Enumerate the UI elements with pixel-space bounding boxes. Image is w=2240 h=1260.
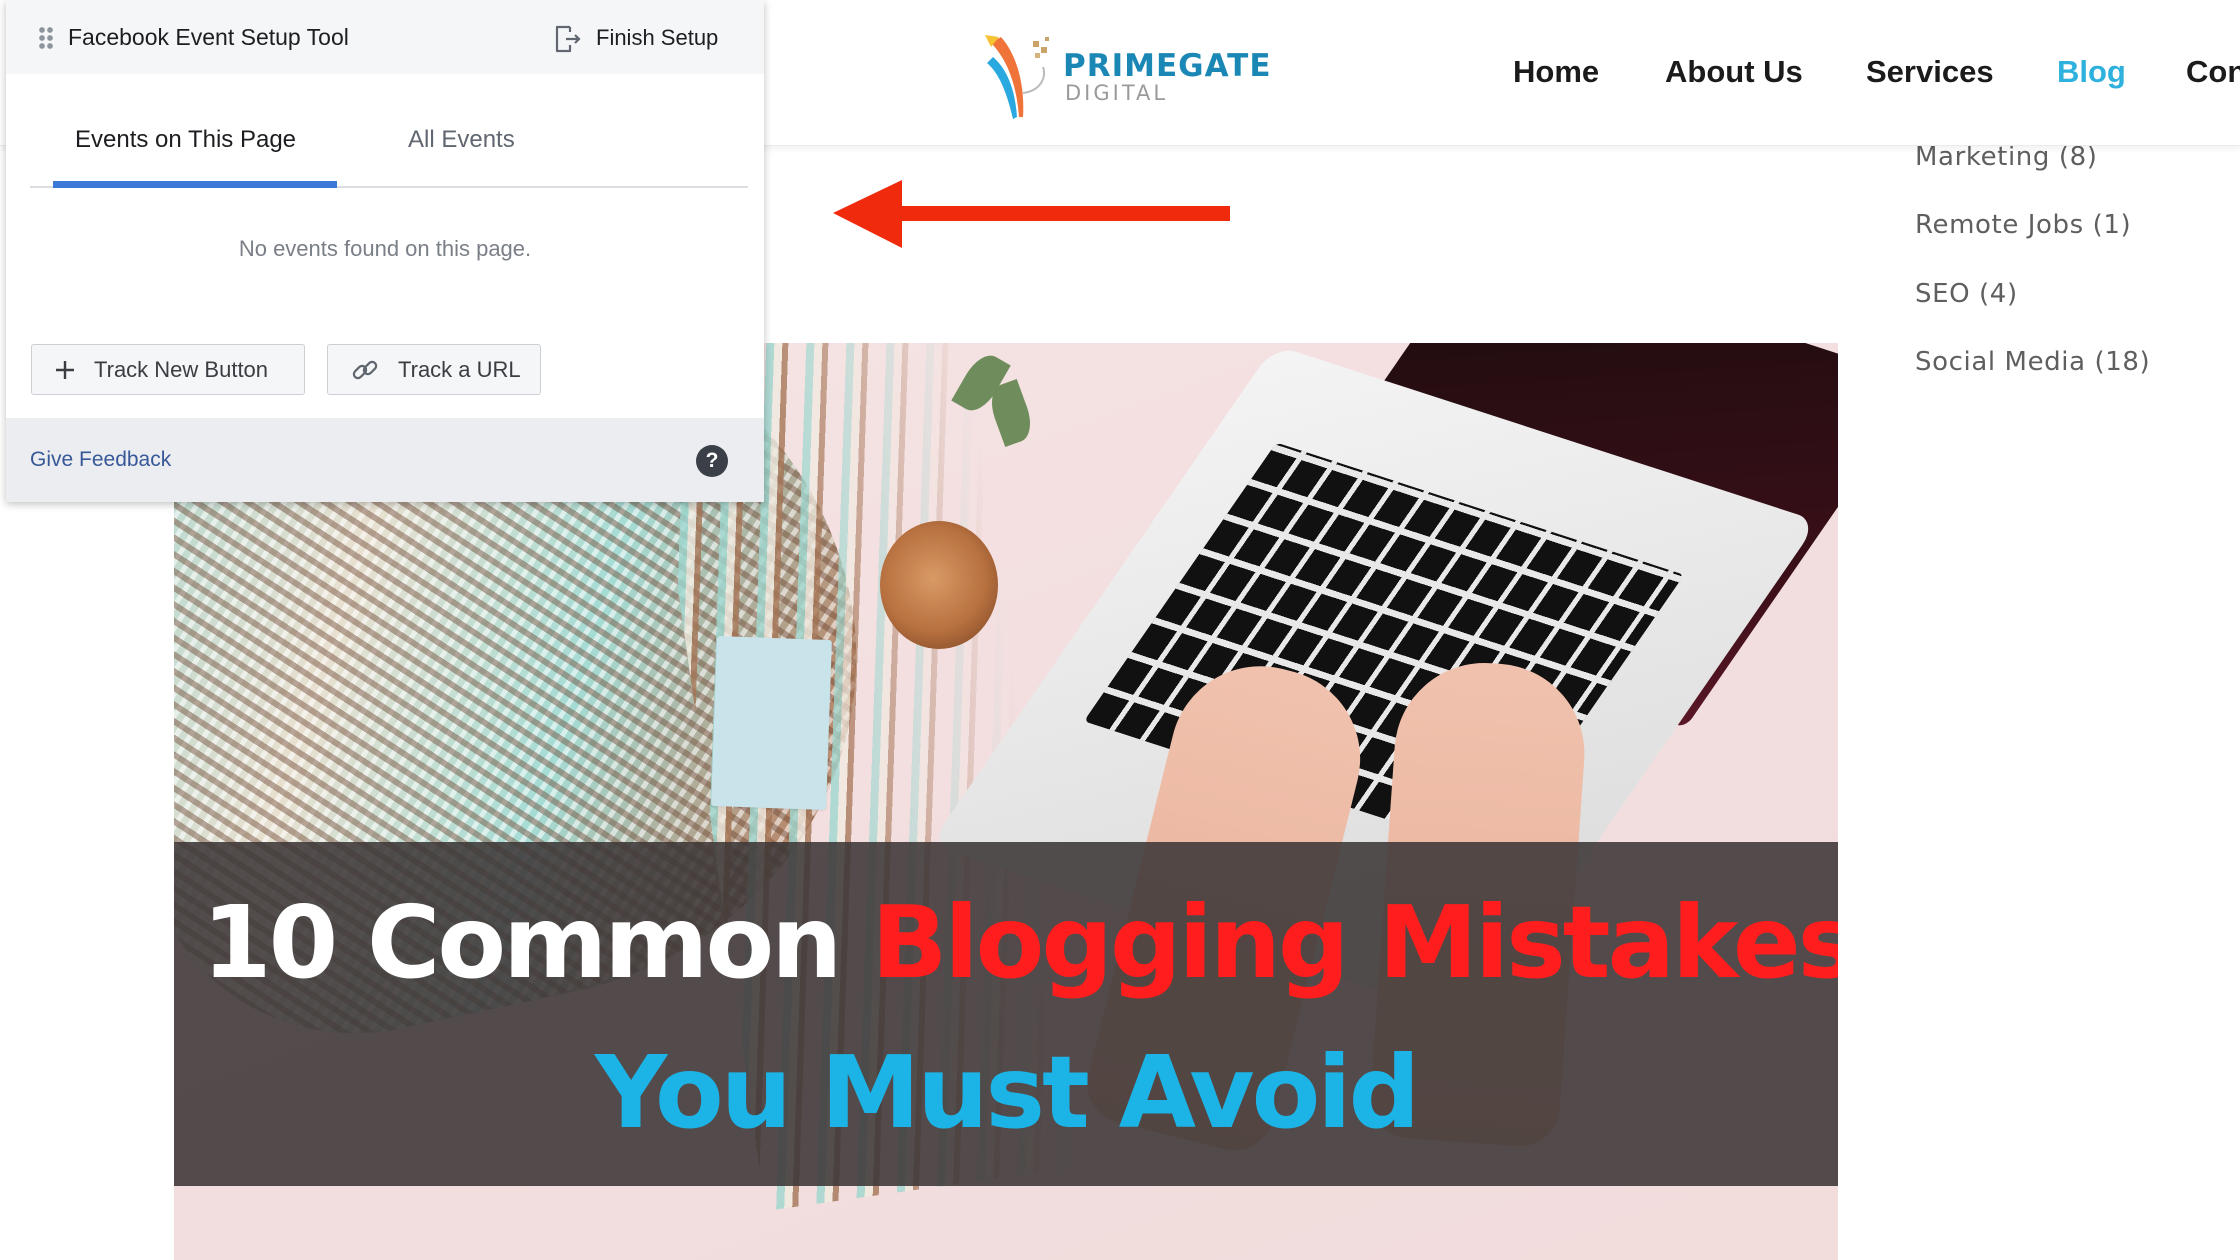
track-new-button[interactable]: Track New Button [31,344,305,395]
finish-setup-button[interactable]: Finish Setup [550,18,718,58]
finish-setup-label: Finish Setup [596,25,719,50]
category-item[interactable]: Social Media (18) [1915,344,2150,380]
headline-cyan-text: You Must Avoid [594,1034,1420,1151]
tab-all-events[interactable]: All Events [386,120,537,186]
panel-footer: Give Feedback ? [6,418,764,502]
nav-services[interactable]: Services [1866,48,1994,96]
link-icon [352,360,378,379]
track-url-button[interactable]: Track a URL [327,344,541,395]
exit-icon [555,25,581,53]
nav-home[interactable]: Home [1513,48,1599,96]
empty-state-message: No events found on this page. [238,236,532,261]
category-item[interactable]: Remote Jobs (1) [1915,207,2131,243]
headline-line-2: You Must Avoid [174,1043,1838,1143]
panel-titlebar: Facebook Event Setup Tool Finish Setup [6,0,764,74]
track-url-button-label: Track a URL [398,356,521,382]
headline-line-1: 10 Common Blogging Mistakes [174,893,1838,993]
event-setup-tool-panel: Facebook Event Setup Tool Finish Setup E… [6,0,764,502]
help-icon[interactable]: ? [696,445,728,477]
headline-red-text: Blogging Mistakes [871,884,1838,1001]
copper-bowl-shape [880,521,998,649]
red-arrow-annotation [833,180,1230,248]
drag-handle-icon[interactable] [38,26,54,50]
headline-white-text: 10 Common [202,884,842,1001]
plus-icon [56,360,74,379]
nav-blog[interactable]: Blog [2057,48,2126,96]
nav-about-us[interactable]: About Us [1665,48,1803,96]
track-new-button-label: Track New Button [94,356,269,382]
tab-bar: Events on This Page All Events [30,120,748,188]
panel-title: Facebook Event Setup Tool [68,24,349,50]
category-item[interactable]: SEO (4) [1915,276,2018,312]
tab-events-on-this-page[interactable]: Events on This Page [53,120,337,188]
give-feedback-link[interactable]: Give Feedback [30,448,171,472]
sticky-note-shape [711,636,832,810]
nav-contact[interactable]: Con [2186,48,2240,96]
